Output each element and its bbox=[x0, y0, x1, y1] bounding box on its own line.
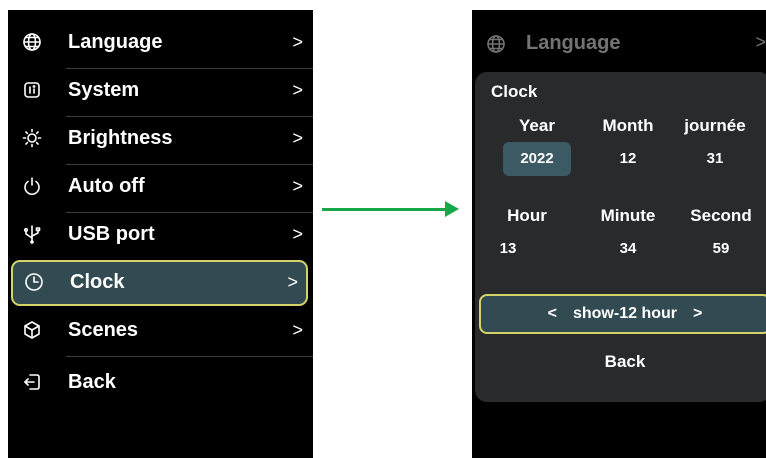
menu-item-language-dimmed: Language > bbox=[472, 10, 766, 70]
chevron-right-icon: > bbox=[292, 320, 303, 340]
power-icon bbox=[22, 176, 42, 196]
settings-menu-screen: Language > System > Brightness > Auto of… bbox=[8, 10, 313, 458]
second-value[interactable]: 59 bbox=[687, 232, 755, 266]
menu-item-label: Brightness bbox=[68, 127, 173, 149]
menu-item-label: Auto off bbox=[68, 175, 145, 197]
menu-item-clock[interactable]: Clock > bbox=[11, 260, 308, 306]
usb-icon bbox=[22, 224, 42, 244]
menu-item-label: Back bbox=[68, 371, 116, 393]
back-button[interactable]: Back bbox=[575, 352, 675, 372]
brightness-icon bbox=[22, 128, 42, 148]
hour-format-label: show-12 hour bbox=[572, 305, 677, 322]
chevron-right-icon: > bbox=[292, 32, 303, 52]
minute-value[interactable]: 34 bbox=[594, 232, 662, 266]
menu-item-label: Scenes bbox=[68, 319, 139, 341]
minute-header: Minute bbox=[600, 206, 656, 225]
menu-item-label: System bbox=[68, 79, 140, 101]
clock-dialog: Clock Year Month journée 2022 12 31 Hour… bbox=[475, 72, 766, 402]
menu-item-auto-off[interactable]: Auto off > bbox=[8, 164, 313, 210]
month-header: Month bbox=[602, 116, 654, 135]
chevron-right-icon: > bbox=[292, 176, 303, 196]
chevron-right-icon[interactable]: > bbox=[693, 305, 702, 322]
chevron-left-icon[interactable]: < bbox=[548, 305, 557, 322]
year-value[interactable]: 2022 bbox=[503, 142, 571, 176]
clock-settings-screen: Language > Clock Year Month journée 2022… bbox=[472, 10, 766, 458]
menu-item-usb-port[interactable]: USB port > bbox=[8, 212, 313, 258]
chevron-right-icon: > bbox=[292, 80, 303, 100]
day-value[interactable]: 31 bbox=[681, 142, 749, 176]
globe-icon bbox=[22, 32, 42, 52]
second-header: Second bbox=[690, 206, 752, 225]
system-icon bbox=[22, 80, 42, 100]
menu-item-label: Clock bbox=[70, 271, 125, 293]
globe-icon bbox=[486, 34, 506, 59]
chevron-right-icon: > bbox=[292, 224, 303, 244]
year-header: Year bbox=[519, 116, 555, 135]
chevron-right-icon: > bbox=[287, 272, 298, 292]
header-label: Language bbox=[526, 32, 621, 54]
menu-item-language[interactable]: Language > bbox=[8, 20, 313, 66]
clock-icon bbox=[24, 272, 44, 292]
hour-value[interactable]: 13 bbox=[474, 232, 542, 266]
back-icon bbox=[22, 372, 42, 392]
menu-item-label: Language bbox=[68, 31, 163, 53]
hour-format-toggle[interactable]: < show-12 hour > bbox=[479, 294, 766, 334]
menu-item-brightness[interactable]: Brightness > bbox=[8, 116, 313, 162]
menu-item-scenes[interactable]: Scenes > bbox=[8, 308, 313, 354]
dialog-title: Clock bbox=[491, 82, 538, 101]
chevron-right-icon: > bbox=[755, 32, 766, 52]
scenes-icon bbox=[22, 320, 42, 340]
hour-header: Hour bbox=[507, 206, 547, 225]
transition-arrow bbox=[322, 208, 447, 211]
menu-item-label: USB port bbox=[68, 223, 155, 245]
day-header: journée bbox=[684, 116, 746, 135]
month-value[interactable]: 12 bbox=[594, 142, 662, 176]
arrow-head-icon bbox=[445, 201, 459, 217]
chevron-right-icon: > bbox=[292, 128, 303, 148]
menu-item-system[interactable]: System > bbox=[8, 68, 313, 114]
menu-item-back[interactable]: Back bbox=[8, 360, 313, 406]
divider bbox=[66, 356, 313, 357]
